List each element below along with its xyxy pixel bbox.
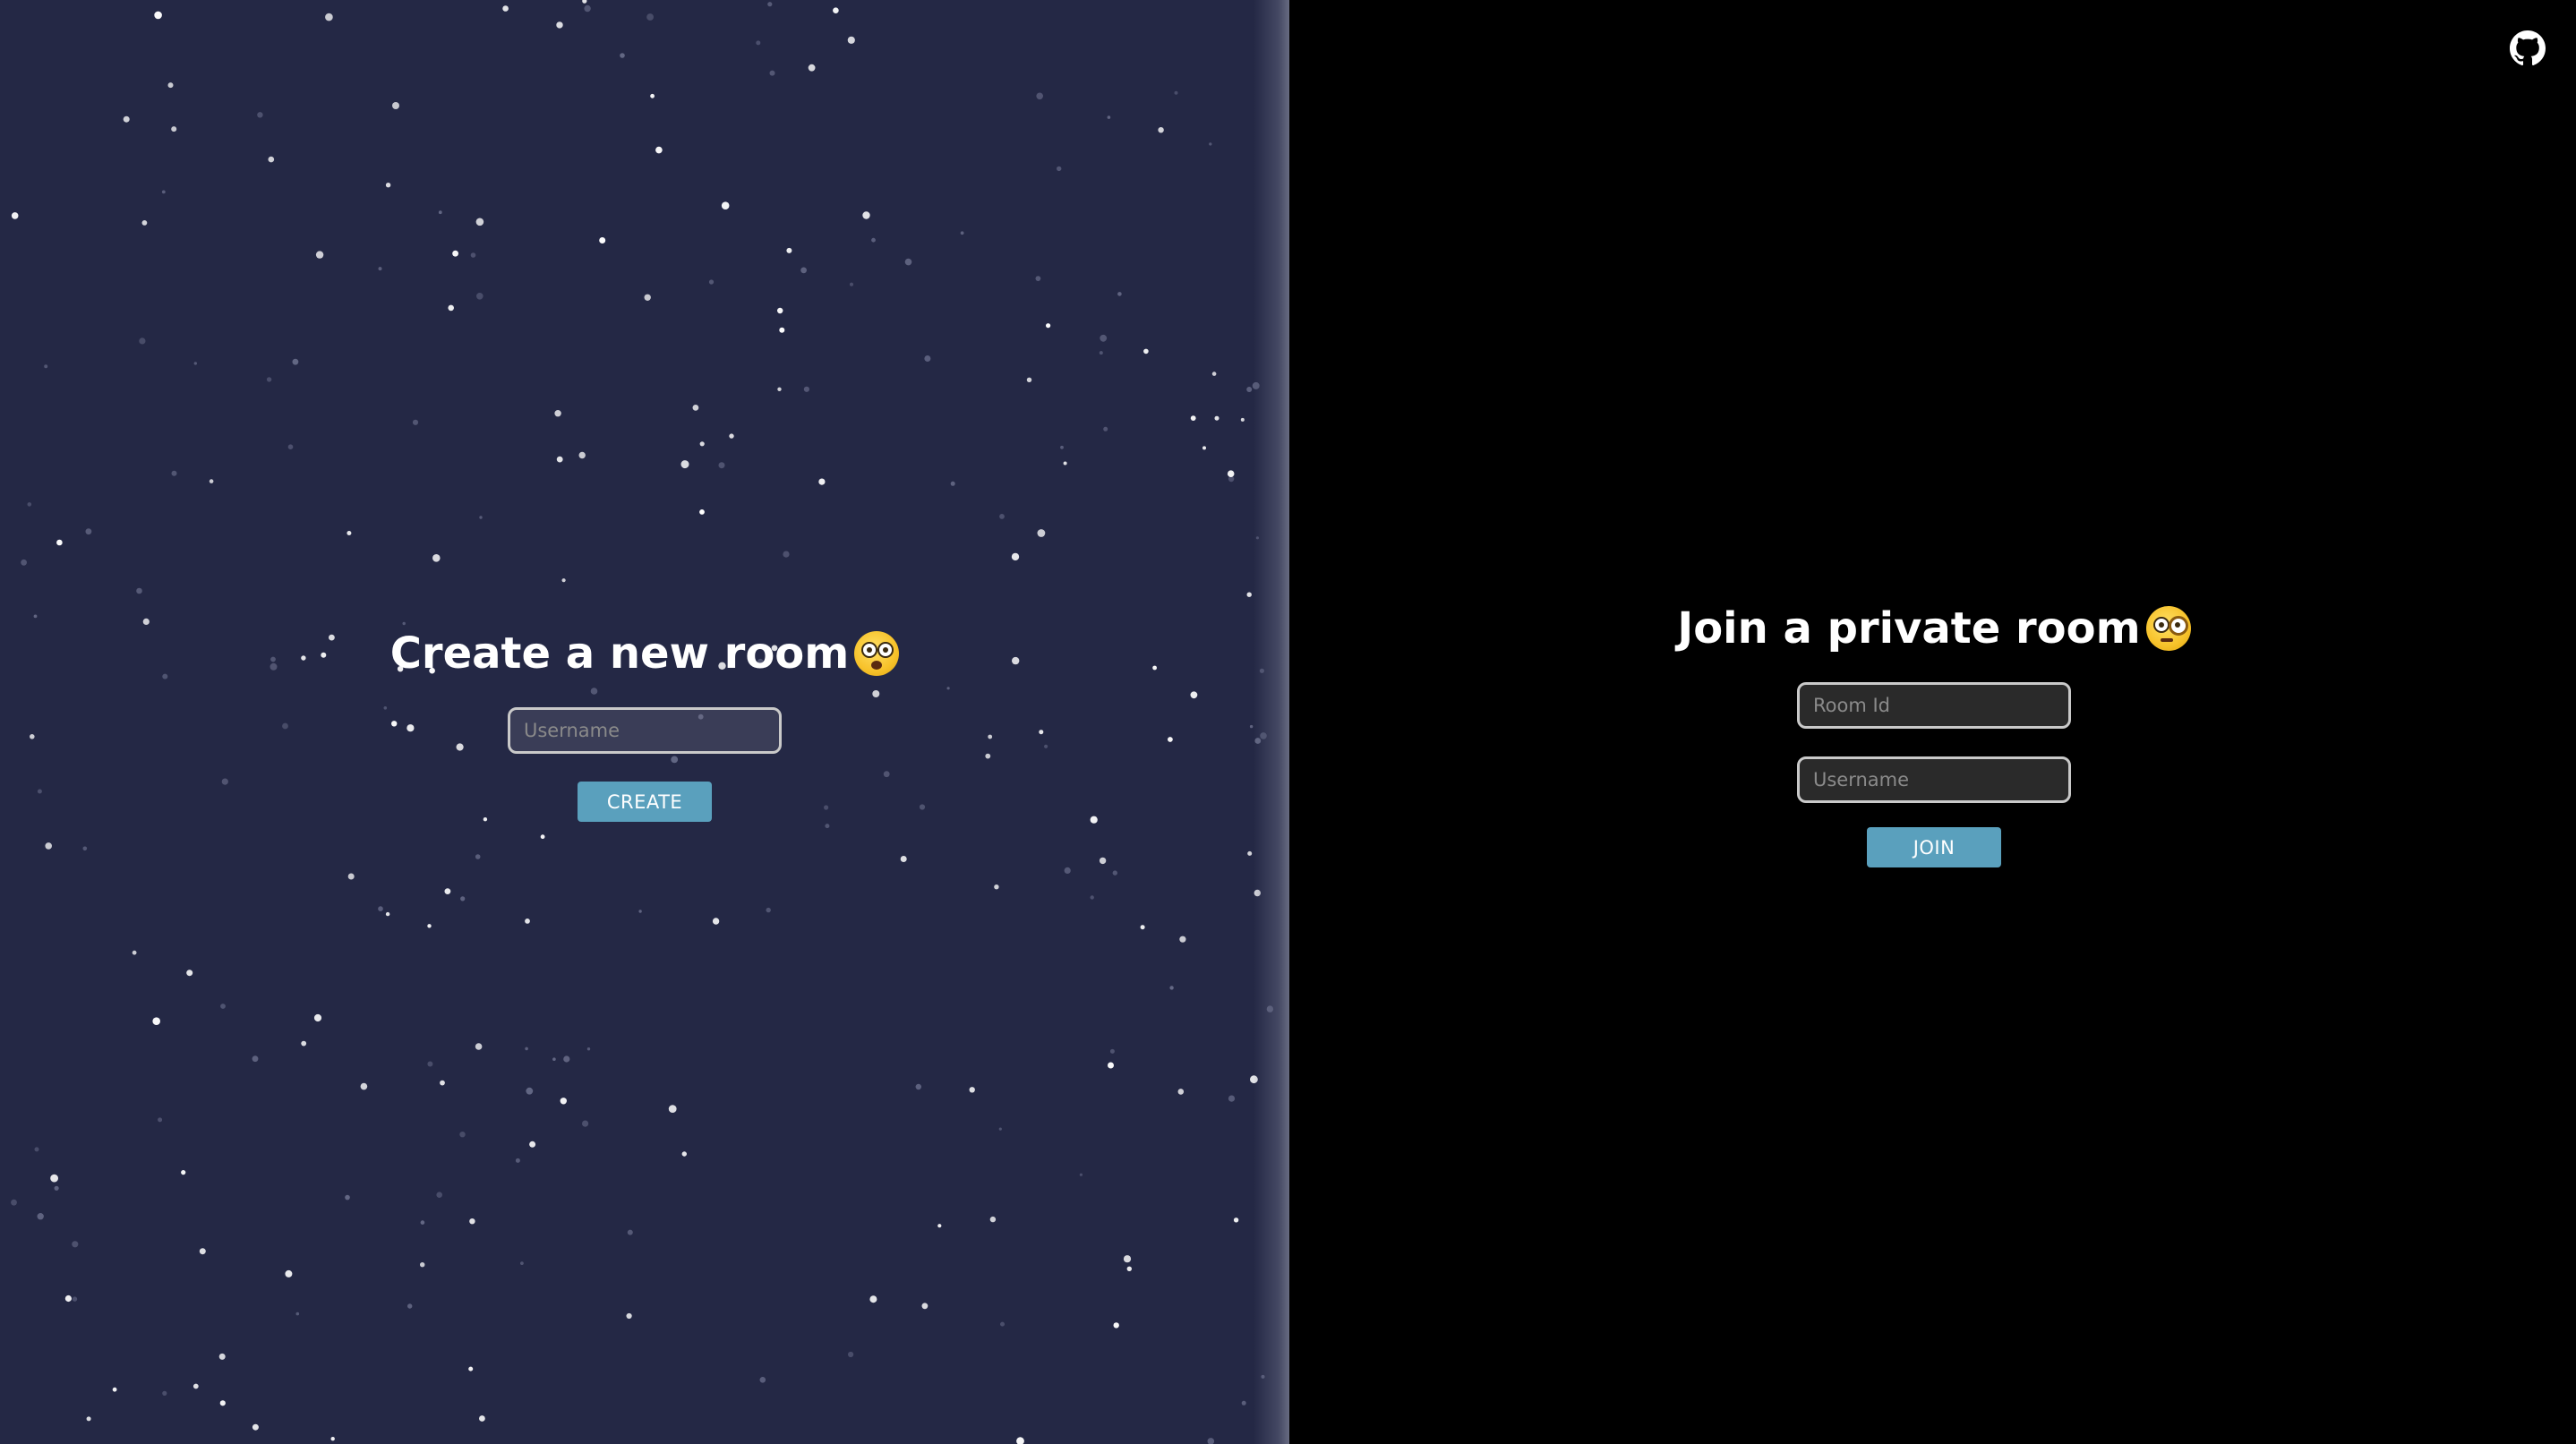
create-room-title: Create a new room — [389, 628, 850, 679]
panel-divider — [1254, 0, 1289, 1444]
room-id-input[interactable] — [1797, 682, 2071, 729]
join-room-heading: Join a private room — [1677, 602, 2191, 655]
github-icon[interactable] — [2510, 30, 2546, 66]
join-room-form: Join a private room JOIN — [1647, 602, 2221, 867]
astonished-face-icon — [854, 631, 900, 676]
join-room-title: Join a private room — [1677, 603, 2141, 654]
create-button[interactable]: CREATE — [578, 782, 712, 822]
join-username-input[interactable] — [1797, 756, 2071, 803]
create-room-heading: Create a new room — [390, 627, 900, 680]
face-with-monocle-icon — [2145, 606, 2191, 651]
create-username-input[interactable] — [508, 707, 782, 754]
join-button[interactable]: JOIN — [1867, 827, 2001, 867]
create-room-form: Create a new room CREATE — [376, 627, 913, 822]
